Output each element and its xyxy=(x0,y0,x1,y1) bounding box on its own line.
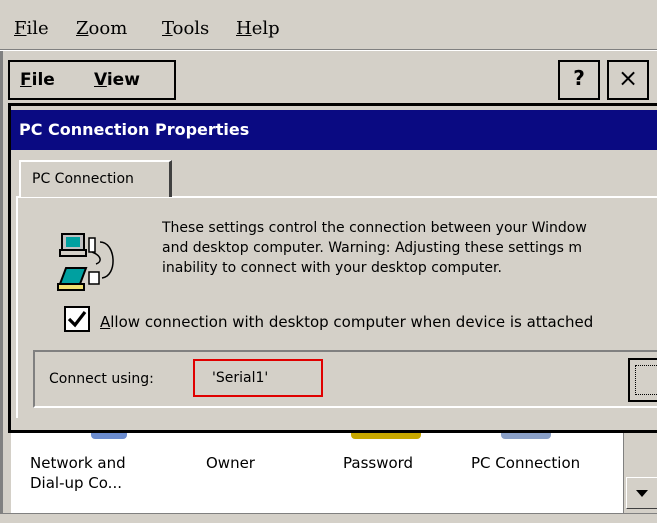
connect-using-label: Connect using: xyxy=(49,371,154,387)
outer-menu-help[interactable]: Help xyxy=(236,18,280,39)
vertical-scrollbar[interactable] xyxy=(623,433,657,513)
dialog-title: PC Connection Properties xyxy=(19,120,250,139)
help-icon: ? xyxy=(573,66,585,90)
connection-description: These settings control the connection be… xyxy=(162,220,587,276)
control-panel-item-pc-connection[interactable]: PC Connection xyxy=(471,453,580,473)
close-icon: × xyxy=(617,64,639,92)
menu-file[interactable]: File xyxy=(20,70,55,90)
icon-fragment xyxy=(91,433,127,439)
connection-settings-button[interactable] xyxy=(628,358,657,402)
window-bottom-edge xyxy=(0,513,657,523)
outer-menu-file[interactable]: File xyxy=(14,18,49,39)
control-panel-list: Network and Dial-up Co... Owner Password… xyxy=(11,433,657,513)
dialog-title-bar: PC Connection Properties xyxy=(11,110,657,150)
help-button[interactable]: ? xyxy=(558,60,600,100)
allow-connection-checkbox[interactable] xyxy=(64,306,90,332)
focus-rect xyxy=(635,365,657,395)
close-button[interactable]: × xyxy=(607,60,649,100)
connect-using-value: 'Serial1' xyxy=(212,370,269,386)
control-panel-item-network[interactable]: Network and Dial-up Co... xyxy=(30,453,126,493)
command-bar: File View ? × xyxy=(8,57,653,101)
scroll-down-button[interactable] xyxy=(626,477,657,509)
control-panel-item-owner[interactable]: Owner xyxy=(206,453,255,473)
outer-menu-zoom[interactable]: Zoom xyxy=(76,18,127,39)
pc-connection-icon xyxy=(57,233,114,291)
tab-label: PC Connection xyxy=(32,171,134,187)
menu-view[interactable]: View xyxy=(94,70,140,90)
check-icon xyxy=(67,311,87,328)
control-panel-item-password[interactable]: Password xyxy=(343,453,413,473)
scroll-down-arrow-icon xyxy=(636,490,648,497)
icon-fragment xyxy=(501,433,551,439)
command-bar-menu: File View xyxy=(8,60,176,100)
outer-menu-tools[interactable]: Tools xyxy=(162,18,209,39)
outer-menu-bar: File Zoom Tools Help xyxy=(0,0,657,50)
tab-pc-connection[interactable]: PC Connection xyxy=(19,160,172,197)
allow-connection-label[interactable]: Allow connection with desktop computer w… xyxy=(100,313,593,331)
icon-fragment xyxy=(351,433,421,439)
